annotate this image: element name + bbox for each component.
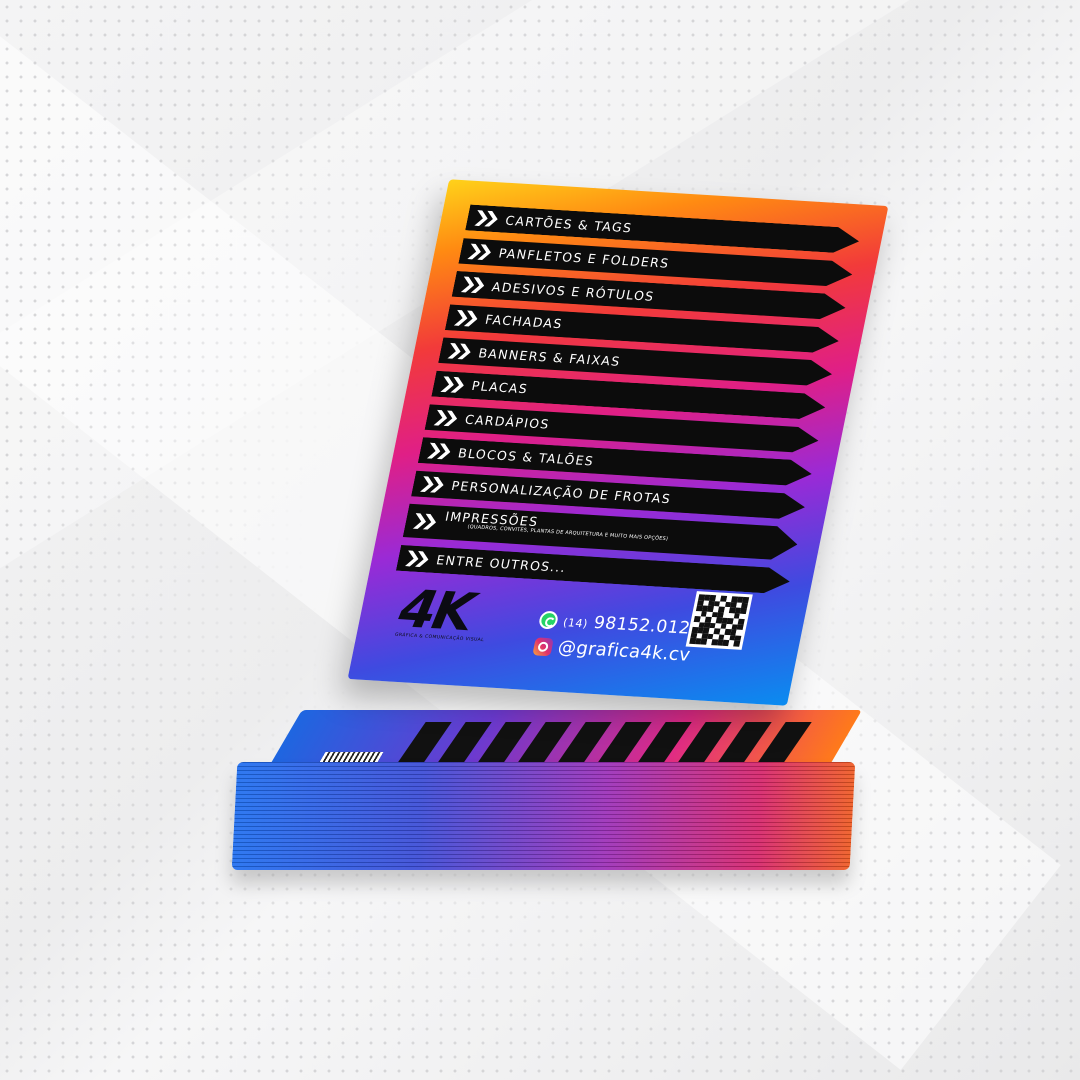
flyer-footer: 4K GRÁFICA & COMUNICAÇÃO VISUAL (14) 981… xyxy=(385,577,788,699)
chevron-double-icon xyxy=(474,210,497,227)
brand-logo: 4K GRÁFICA & COMUNICAÇÃO VISUAL xyxy=(394,579,509,644)
instagram-row: @grafica4k.cv xyxy=(532,635,698,666)
menu-item-label: ADESIVOS E RÓTULOS xyxy=(490,278,657,304)
instagram-icon xyxy=(532,636,554,656)
flyer-stack-edges xyxy=(231,762,856,870)
menu-item-label: PERSONALIZAÇÃO DE FROTAS xyxy=(450,478,673,507)
menu-item-label: CARDÁPIOS xyxy=(463,411,552,432)
menu-item-label: CARTÕES & TAGS xyxy=(504,212,634,235)
chevron-double-icon xyxy=(454,310,477,327)
menu-item-label: ENTRE OUTROS... xyxy=(434,552,568,576)
chevron-double-icon xyxy=(440,376,463,393)
menu-item-sublabel: (QUADROS, CONVITES, PLANTAS DE ARQUITETU… xyxy=(466,524,669,543)
brand-logo-text: 4K xyxy=(394,579,477,644)
menu-item-label: PLACAS xyxy=(470,378,530,397)
flyer-stack xyxy=(231,704,862,870)
chevron-double-icon xyxy=(447,343,470,360)
whatsapp-icon xyxy=(537,610,560,630)
chevron-double-icon xyxy=(405,550,428,567)
chevron-double-icon xyxy=(427,443,450,460)
menu-item-label: FACHADAS xyxy=(483,312,565,332)
services-menu: CARTÕES & TAGS PANFLETOS E FOLDERS ADESI… xyxy=(394,205,861,603)
phone-prefix: (14) xyxy=(561,616,590,631)
flyer-stack-top xyxy=(266,710,862,774)
qr-code xyxy=(685,591,753,650)
chevron-double-icon xyxy=(412,513,435,530)
menu-item-label: PANFLETOS E FOLDERS xyxy=(497,245,671,271)
menu-item-label: BLOCOS & TALÕES xyxy=(456,445,596,469)
chevron-double-icon xyxy=(461,276,484,293)
phone-number: (14) 98152.0127 xyxy=(561,611,704,639)
instagram-handle: @grafica4k.cv xyxy=(556,636,693,666)
chevron-double-icon xyxy=(434,409,457,426)
menu-item-label: BANNERS & FAIXAS xyxy=(477,345,623,369)
chevron-double-icon xyxy=(420,476,443,493)
contact-info: (14) 98152.0127 @grafica4k.cv xyxy=(531,610,704,672)
phone-row: (14) 98152.0127 xyxy=(537,610,704,639)
chevron-double-icon xyxy=(467,243,490,260)
